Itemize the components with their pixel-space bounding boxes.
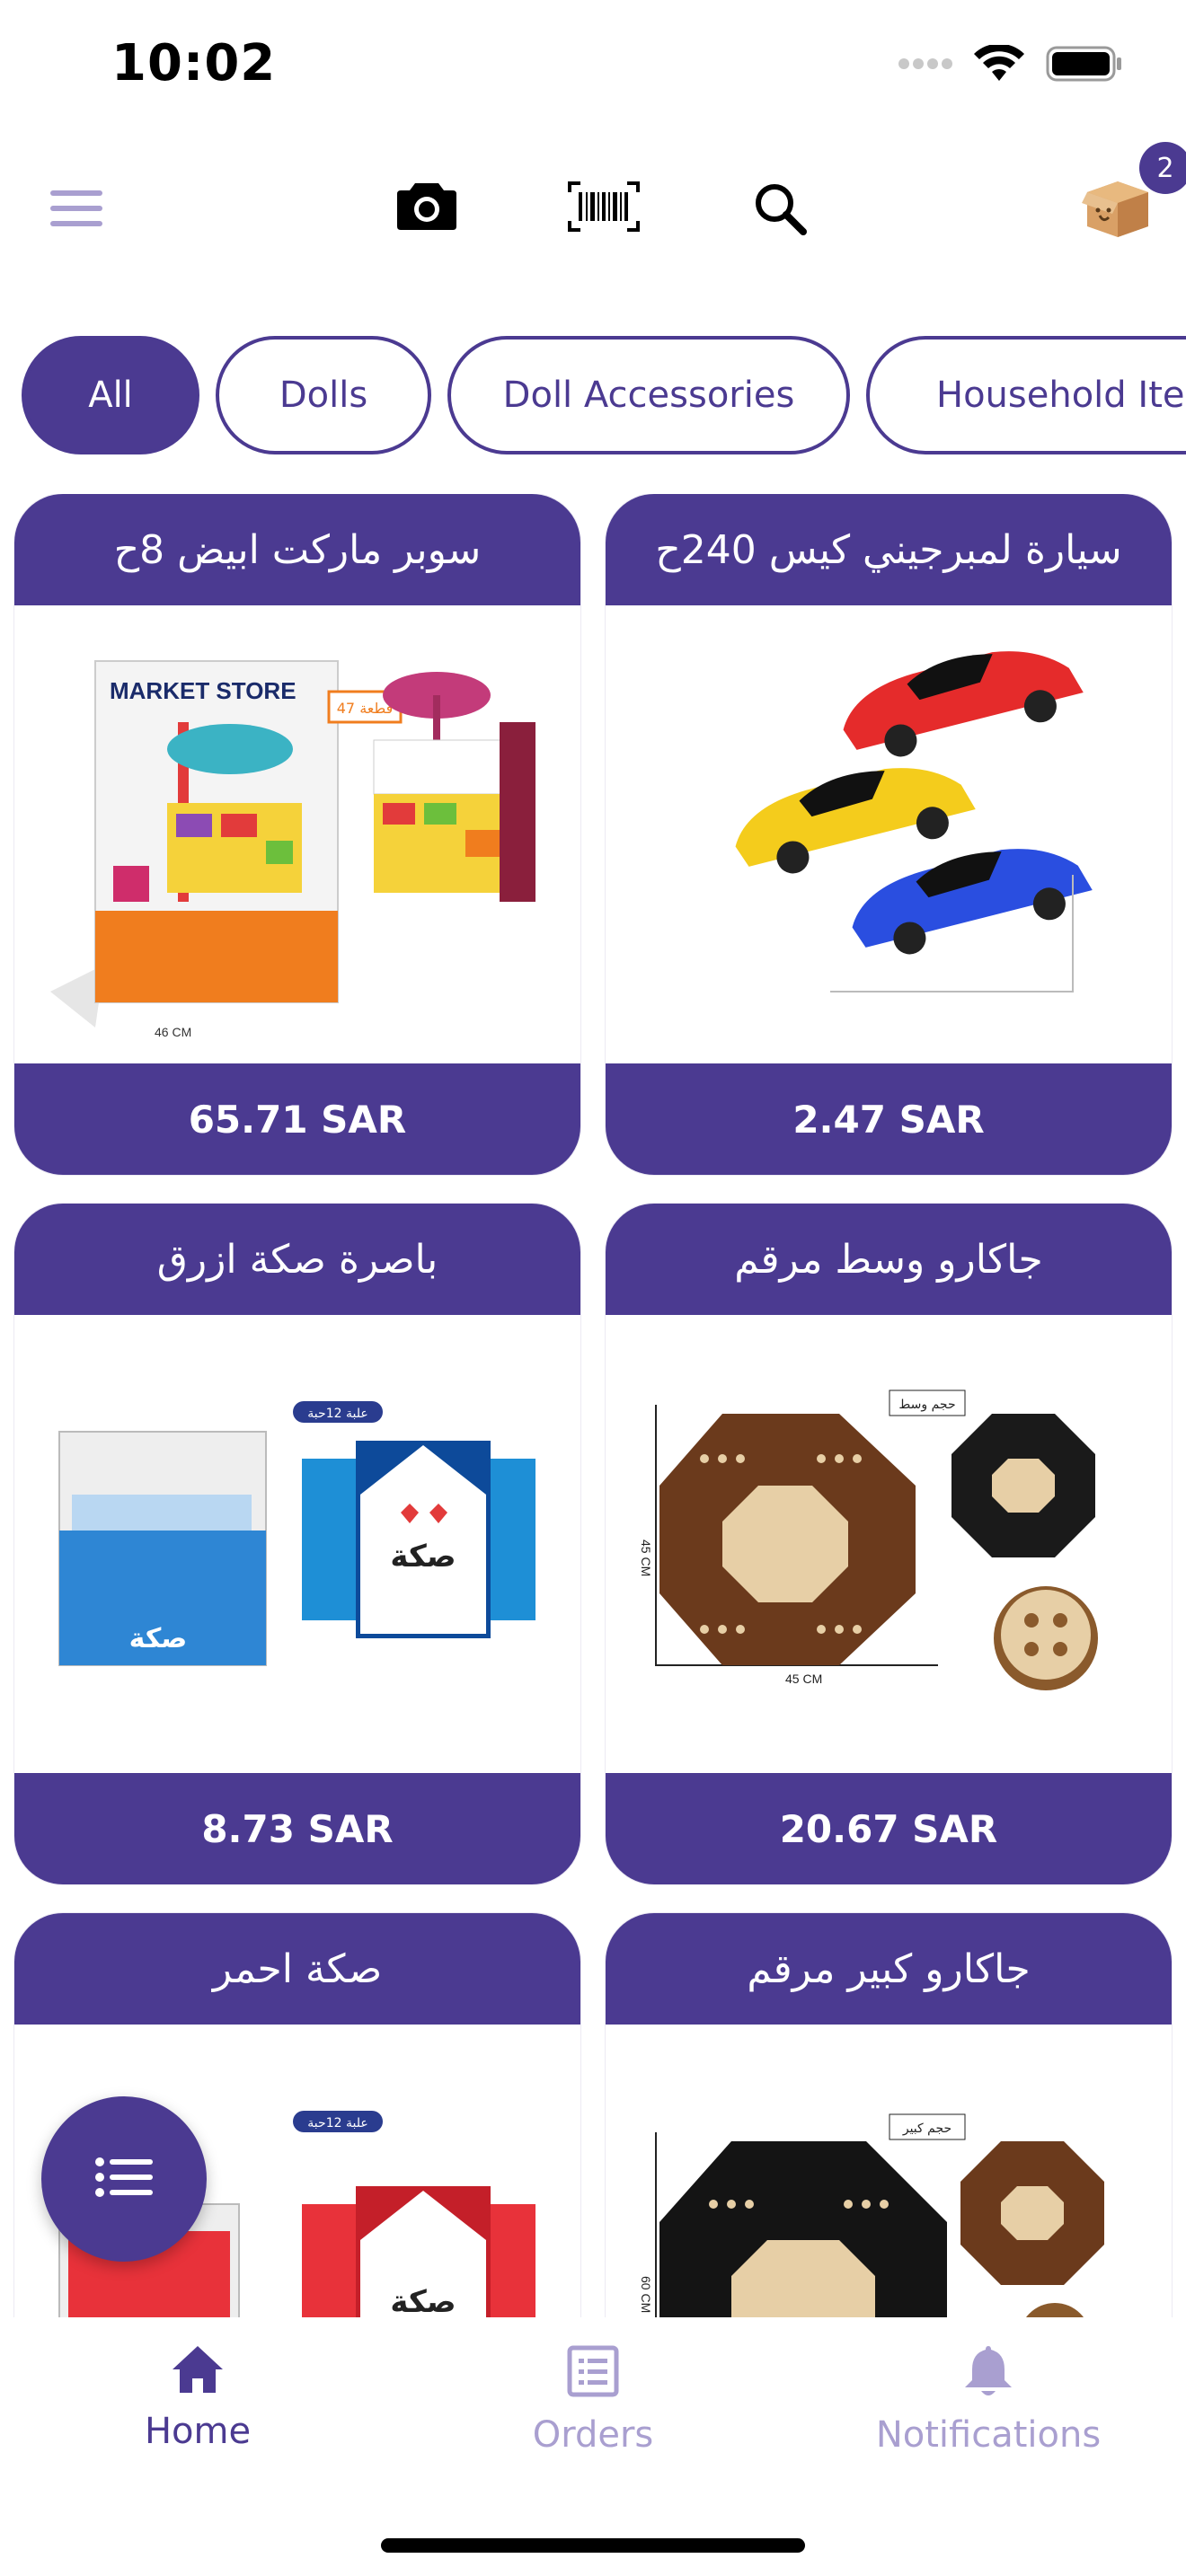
bottom-navigation: Home Orders Notifications [0,2317,1186,2576]
market-store-text: MARKET STORE [110,677,296,704]
product-image-blue-cards: صكة علبة 12حبة صكة [14,1315,580,1773]
battery-icon [1046,46,1123,85]
status-indicators [898,43,1123,86]
chip-dolls[interactable]: Dolls [216,336,431,454]
cart-badge-count: 2 [1156,152,1174,184]
status-bar: 10:02 [0,0,1186,135]
dim-60cm-text: 60 CM [639,2276,653,2313]
chip-household-items-label: Household Iter [936,375,1186,416]
orders-icon [566,2345,620,2402]
box-12-red-text: علبة 12حبة [307,2116,367,2130]
bell-icon [963,2346,1013,2402]
product-title: سوبر ماركت ابيض 8ح [14,494,580,605]
dim-45cm-h-text: 45 CM [785,1672,822,1686]
barcode-icon[interactable] [568,181,640,235]
product-price: 65.71 SAR [14,1063,580,1175]
dim-45cm-v-text: 45 CM [639,1539,653,1576]
product-title: باصرة صكة ازرق [14,1204,580,1315]
list-fab-button[interactable] [41,2096,207,2262]
chip-all-label: All [88,375,133,416]
product-image-cars [606,605,1172,1063]
home-icon [171,2346,225,2398]
product-title: صكة احمر [14,1913,580,2025]
product-price: 8.73 SAR [14,1773,580,1884]
wifi-icon [974,43,1024,86]
chip-doll-accessories[interactable]: Doll Accessories [447,336,850,454]
product-card[interactable]: جاكارو وسط مرقم 45 CM 45 CM حجم وسط 20.6… [606,1204,1172,1884]
sakka-card-text: صكة [390,1539,456,1575]
product-card[interactable]: سوبر ماركت ابيض 8ح MARKET STORE 46 CM 47… [14,494,580,1175]
nav-notifications-label: Notifications [875,2414,1102,2456]
product-card[interactable]: جاكارو كبير مرقم 60 CM حجم كبير [606,1913,1172,2317]
chip-all[interactable]: All [22,336,199,454]
dim-46cm-text: 46 CM [155,1025,191,1039]
chip-household-items[interactable]: Household Iter [866,336,1186,454]
camera-icon[interactable] [397,178,456,235]
search-icon[interactable] [753,181,807,239]
product-price: 2.47 SAR [606,1063,1172,1175]
product-title: جاكارو وسط مرقم [606,1204,1172,1315]
chip-dolls-label: Dolls [279,375,368,416]
nav-home-label: Home [144,2411,252,2452]
top-toolbar: 2 [0,135,1186,278]
cart-badge: 2 [1139,142,1186,194]
nav-orders-label: Orders [532,2414,654,2456]
list-icon [95,2157,153,2201]
nav-notifications[interactable]: Notifications [854,2344,1123,2456]
pieces-47-text: 47 قطعة [337,700,394,717]
box-12-text: علبة 12حبة [307,1407,367,1421]
status-time: 10:02 [111,34,277,93]
large-size-text: حجم كبير [902,2122,951,2136]
product-price: 20.67 SAR [606,1773,1172,1884]
home-indicator [381,2538,805,2553]
nav-orders[interactable]: Orders [458,2344,728,2456]
sakka-red-text: صكة [390,2284,456,2317]
menu-icon[interactable] [50,189,104,232]
product-image-jakaro-large: 60 CM حجم كبير [606,2025,1172,2317]
product-card[interactable]: باصرة صكة ازرق صكة علبة 12حبة صكة 8.73 S… [14,1204,580,1884]
product-card[interactable]: سيارة لمبرجيني كيس 240ح 2.47 SAR [606,494,1172,1175]
sakka-blue-text: صكة [129,1623,188,1654]
product-title: سيارة لمبرجيني كيس 240ح [606,494,1172,605]
product-image-market-store: MARKET STORE 46 CM 47 قطعة [14,605,580,1063]
product-title: جاكارو كبير مرقم [606,1913,1172,2025]
medium-size-text: حجم وسط [898,1398,955,1412]
chip-doll-accessories-label: Doll Accessories [502,375,795,416]
product-grid: سوبر ماركت ابيض 8ح MARKET STORE 46 CM 47… [0,494,1186,2317]
product-image-jakaro-medium: 45 CM 45 CM حجم وسط [606,1315,1172,1773]
nav-home[interactable]: Home [63,2344,332,2452]
category-chips: All Dolls Doll Accessories Household Ite… [0,334,1186,460]
signal-dots-icon [898,57,952,75]
